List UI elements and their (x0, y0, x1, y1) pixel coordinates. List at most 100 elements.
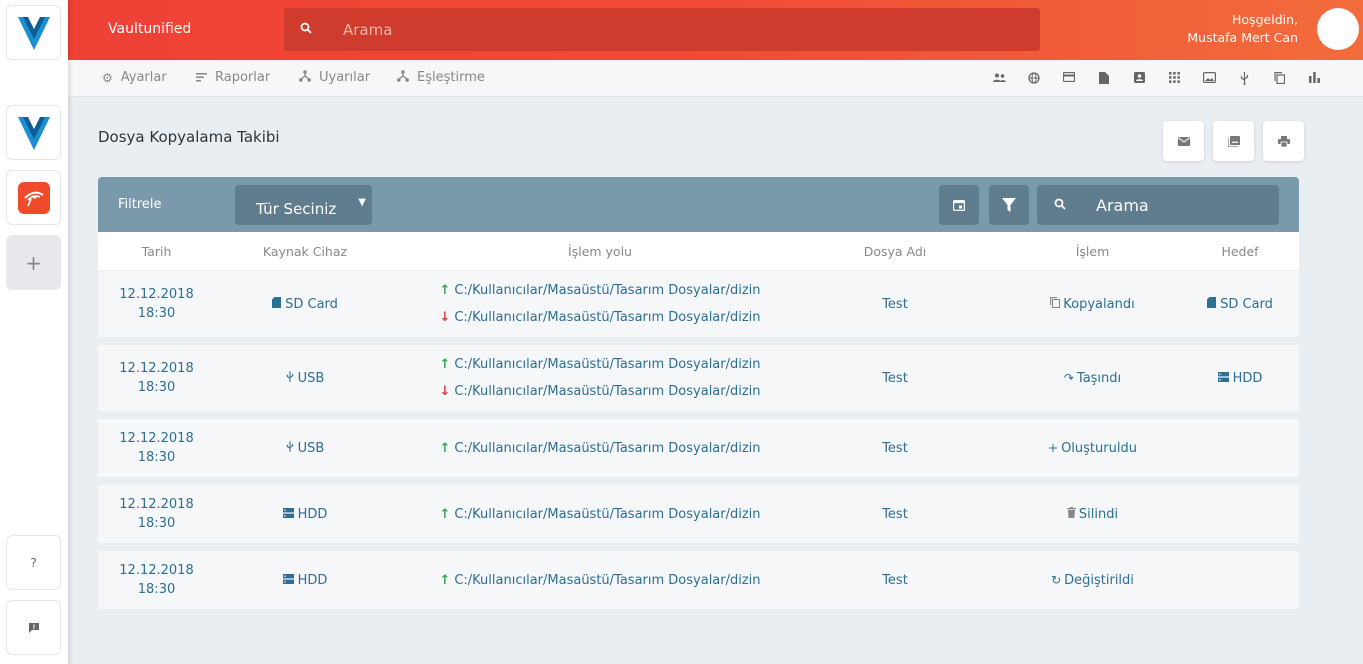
row-time: 18:30 (137, 380, 176, 395)
filter-search-input[interactable] (1096, 195, 1266, 215)
file-name: Test (882, 440, 908, 456)
avatar[interactable] (1317, 8, 1359, 50)
bar-chart-icon[interactable] (1305, 72, 1323, 88)
gallery-button[interactable] (1213, 121, 1254, 161)
file-name: Test (882, 506, 908, 522)
help-icon: ? (30, 555, 37, 570)
copy-icon[interactable] (1270, 72, 1288, 88)
file-icon[interactable] (1095, 72, 1113, 88)
welcome-text: Hoşgeldin, Mustafa Mert Can (1187, 11, 1298, 47)
target-label: SD Card (1220, 296, 1273, 312)
column-header-file[interactable]: Dosya Adı (805, 244, 985, 259)
redo-icon: ↷ (1063, 371, 1074, 385)
column-header-path[interactable]: İşlem yolu (395, 244, 805, 259)
arrow-up-icon: ↑ (439, 283, 451, 298)
arrow-up-icon: ↑ (439, 440, 451, 456)
table-row[interactable]: 12.12.2018 18:30 USB ↑ C:/Kullanıcılar/Ma… (98, 419, 1299, 477)
column-header-source[interactable]: Kaynak Cihaz (215, 244, 395, 259)
path-source[interactable]: C:/Kullanıcılar/Masaüstü/Tasarım Dosyala… (454, 567, 760, 594)
table-header: Tarih Kaynak Cihaz İşlem yolu Dosya Adı … (98, 232, 1299, 270)
path-target[interactable]: C:/Kullanıcılar/Masaüstü/Tasarım Dosyala… (454, 378, 760, 405)
path-source[interactable]: C:/Kullanıcılar/Masaüstü/Tasarım Dosyala… (454, 435, 760, 462)
filter-button[interactable] (989, 185, 1029, 225)
source-label: HDD (297, 506, 328, 522)
image-icon[interactable] (1200, 72, 1218, 88)
path-source[interactable]: C:/Kullanıcılar/Masaüstü/Tasarım Dosyala… (454, 277, 760, 304)
path-target[interactable]: C:/Kullanıcılar/Masaüstü/Tasarım Dosyala… (454, 304, 760, 331)
vault-logo-button[interactable] (6, 5, 61, 60)
source-cell[interactable]: USB (215, 345, 395, 411)
path-cell: ↑ C:/Kullanıcılar/Masaüstü/Tasarım Dosyal… (395, 271, 805, 337)
brand-name: Vaultunified (108, 21, 192, 37)
filter-search (1037, 185, 1279, 225)
path-source[interactable]: C:/Kullanıcılar/Masaüstü/Tasarım Dosyala… (454, 501, 760, 528)
file-cell[interactable]: Test (805, 419, 985, 477)
eye-app-button[interactable] (6, 170, 61, 225)
source-cell[interactable]: USB (215, 419, 395, 477)
gear-icon: ⚙ (102, 70, 113, 85)
trash-icon (1066, 507, 1076, 521)
card-icon[interactable] (1060, 71, 1078, 88)
row-time: 18:30 (137, 516, 176, 531)
row-date: 12.12.2018 (119, 497, 194, 512)
path-cell: ↑ C:/Kullanıcılar/Masaüstü/Tasarım Dosyal… (395, 551, 805, 609)
operation-cell: Kopyalandı (985, 271, 1200, 337)
add-app-button[interactable]: + (6, 235, 61, 290)
contact-icon[interactable] (1130, 72, 1148, 88)
table-row[interactable]: 12.12.2018 18:30 USB ↑ C:/Kullanıcılar/Ma… (98, 345, 1299, 411)
date-cell: 12.12.2018 18:30 (98, 419, 215, 477)
file-cell[interactable]: Test (805, 485, 985, 543)
row-time: 18:30 (137, 582, 176, 597)
usb-icon[interactable] (1235, 72, 1253, 88)
source-cell[interactable]: HDD (215, 551, 395, 609)
file-cell[interactable]: Test (805, 345, 985, 411)
column-header-target[interactable]: Hedef (1200, 244, 1280, 259)
column-header-operation[interactable]: İşlem (985, 244, 1200, 259)
header-search-input[interactable] (343, 20, 943, 39)
apps-grid-icon[interactable] (1165, 72, 1183, 88)
arrow-up-icon: ↑ (439, 357, 451, 372)
help-button[interactable]: ? (6, 535, 61, 590)
operation-cell: ↷ Taşındı (985, 345, 1200, 411)
users-icon[interactable] (990, 72, 1008, 88)
target-cell[interactable]: HDD (1200, 345, 1280, 411)
nav-item-settings[interactable]: ⚙ Ayarlar (102, 70, 167, 85)
caret-down-icon: ▼ (358, 197, 366, 208)
column-header-date[interactable]: Tarih (98, 244, 215, 259)
print-button[interactable] (1263, 121, 1304, 161)
target-cell[interactable]: SD Card (1200, 271, 1280, 337)
row-time: 18:30 (137, 306, 176, 321)
filter-icon (1002, 198, 1016, 212)
calendar-button[interactable] (939, 185, 979, 225)
type-select[interactable]: Tür Seciniz ▼ (235, 185, 372, 225)
feedback-button[interactable] (6, 600, 61, 655)
row-date: 12.12.2018 (119, 563, 194, 578)
nav-item-matching[interactable]: Eşleştirme (397, 70, 485, 85)
hdd-icon (1217, 371, 1229, 385)
table-row[interactable]: 12.12.2018 18:30 HDD ↑ C:/Kullanıcılar/Ma… (98, 485, 1299, 543)
nav-item-reports[interactable]: Raporlar (196, 70, 270, 85)
hdd-icon (282, 507, 294, 521)
table-row[interactable]: 12.12.2018 18:30 HDD ↑ C:/Kullanıcılar/Ma… (98, 551, 1299, 609)
user-name[interactable]: Mustafa Mert Can (1187, 29, 1298, 47)
file-cell[interactable]: Test (805, 551, 985, 609)
page-title: Dosya Kopyalama Takibi (98, 128, 280, 146)
path-source[interactable]: C:/Kullanıcılar/Masaüstü/Tasarım Dosyala… (454, 351, 760, 378)
usb-icon (286, 440, 294, 456)
vault-logo-icon (17, 16, 50, 50)
mail-button[interactable] (1163, 121, 1204, 161)
globe-icon[interactable] (1025, 72, 1043, 88)
filter-label: Filtrele (118, 197, 162, 212)
vault-app-button[interactable] (6, 105, 61, 160)
row-date: 12.12.2018 (119, 431, 194, 446)
sub-navigation: ⚙ Ayarlar Raporlar Uyarılar Eşleştirme (68, 60, 1363, 97)
nav-item-alerts[interactable]: Uyarılar (299, 70, 370, 85)
arrow-down-icon: ↓ (439, 384, 451, 399)
sd-card-icon (272, 297, 282, 311)
file-cell[interactable]: Test (805, 271, 985, 337)
row-time: 18:30 (137, 450, 176, 465)
source-cell[interactable]: SD Card (215, 271, 395, 337)
operation-label: Silindi (1078, 506, 1119, 522)
source-cell[interactable]: HDD (215, 485, 395, 543)
table-row[interactable]: 12.12.2018 18:30 SD Card ↑ C:/Kullanıcıla… (98, 271, 1299, 337)
